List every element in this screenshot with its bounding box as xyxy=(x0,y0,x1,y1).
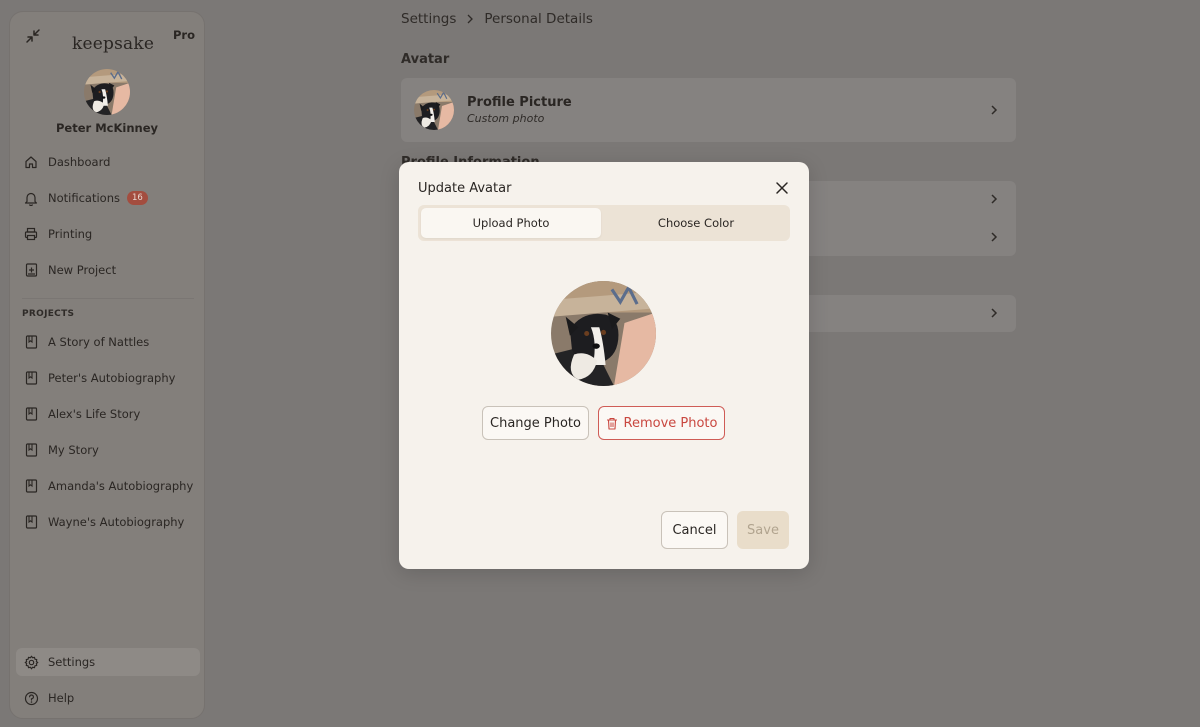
update-avatar-dialog: Update Avatar Upload Photo Choose Color … xyxy=(399,162,809,569)
chevron-right-icon xyxy=(991,232,998,242)
chevron-right-icon xyxy=(991,308,998,318)
sidebar-item-help[interactable]: Help xyxy=(16,684,200,712)
chevron-right-icon xyxy=(991,105,998,115)
trash-icon xyxy=(606,417,618,430)
bell-icon xyxy=(23,190,39,206)
book-icon xyxy=(23,442,39,458)
project-item-label: Amanda's Autobiography xyxy=(48,479,194,493)
book-icon xyxy=(23,370,39,386)
project-item[interactable]: Alex's Life Story xyxy=(16,400,200,428)
remove-photo-label: Remove Photo xyxy=(623,415,718,431)
project-item-label: A Story of Nattles xyxy=(48,335,150,349)
sidebar-item-label: Notifications xyxy=(48,191,120,205)
chevron-right-icon xyxy=(991,194,998,204)
breadcrumb-current: Personal Details xyxy=(484,11,593,27)
project-item-label: Peter's Autobiography xyxy=(48,371,176,385)
sidebar-item-printing[interactable]: Printing xyxy=(16,220,200,248)
sidebar-item-label: Settings xyxy=(48,655,96,669)
project-item-label: Alex's Life Story xyxy=(48,407,141,421)
new-project-icon xyxy=(23,262,39,278)
home-icon xyxy=(23,154,39,170)
plan-badge: Pro xyxy=(173,28,196,42)
tab-choose-color[interactable]: Choose Color xyxy=(606,208,786,238)
book-icon xyxy=(23,334,39,350)
collapse-sidebar-icon[interactable] xyxy=(24,27,42,45)
project-item-label: Wayne's Autobiography xyxy=(48,515,185,529)
user-avatar[interactable] xyxy=(84,69,130,115)
sidebar-item-label: Help xyxy=(48,691,75,705)
project-item[interactable]: Peter's Autobiography xyxy=(16,364,200,392)
sidebar-item-dashboard[interactable]: Dashboard xyxy=(16,148,200,176)
cancel-button[interactable]: Cancel xyxy=(661,511,728,549)
book-icon xyxy=(23,406,39,422)
project-item[interactable]: A Story of Nattles xyxy=(16,328,200,356)
user-name: Peter McKinney xyxy=(56,121,158,135)
close-icon[interactable] xyxy=(775,181,789,195)
sidebar-divider xyxy=(22,298,194,299)
gear-icon xyxy=(23,654,39,670)
sidebar-header: keepsake Pro xyxy=(10,12,204,58)
dialog-title: Update Avatar xyxy=(418,181,512,196)
avatar-preview xyxy=(551,281,656,386)
brand-logo[interactable]: keepsake xyxy=(72,34,154,54)
breadcrumb: Settings Personal Details xyxy=(401,11,593,27)
project-item-label: My Story xyxy=(48,443,99,457)
help-icon xyxy=(23,690,39,706)
notification-count-badge: 16 xyxy=(126,191,148,205)
save-button[interactable]: Save xyxy=(737,511,789,549)
sidebar-item-new-project[interactable]: New Project xyxy=(16,256,200,284)
sidebar-item-label: Printing xyxy=(48,227,93,241)
sidebar-item-label: New Project xyxy=(48,263,117,277)
book-icon xyxy=(23,478,39,494)
printer-icon xyxy=(23,226,39,242)
chevron-right-icon xyxy=(466,14,474,24)
sidebar-item-label: Dashboard xyxy=(48,155,111,169)
project-item[interactable]: Wayne's Autobiography xyxy=(16,508,200,536)
profile-picture-title: Profile Picture xyxy=(467,95,572,110)
sidebar: keepsake Pro Peter McKinney Dashboard No… xyxy=(9,11,205,719)
tab-upload-photo[interactable]: Upload Photo xyxy=(421,208,601,238)
sidebar-item-settings[interactable]: Settings xyxy=(16,648,200,676)
profile-picture-row[interactable]: Profile Picture Custom photo xyxy=(401,78,1016,142)
breadcrumb-settings-link[interactable]: Settings xyxy=(401,11,456,27)
projects-heading: PROJECTS xyxy=(22,309,75,319)
project-item[interactable]: My Story xyxy=(16,436,200,464)
project-item[interactable]: Amanda's Autobiography xyxy=(16,472,200,500)
profile-picture-subtitle: Custom photo xyxy=(467,112,545,125)
avatar-section-title: Avatar xyxy=(401,52,450,67)
sidebar-item-notifications[interactable]: Notifications 16 xyxy=(16,184,200,212)
remove-photo-button[interactable]: Remove Photo xyxy=(598,406,725,440)
book-icon xyxy=(23,514,39,530)
avatar-mode-tabs: Upload Photo Choose Color xyxy=(418,205,790,241)
change-photo-button[interactable]: Change Photo xyxy=(482,406,589,440)
profile-picture-thumbnail xyxy=(414,90,454,130)
